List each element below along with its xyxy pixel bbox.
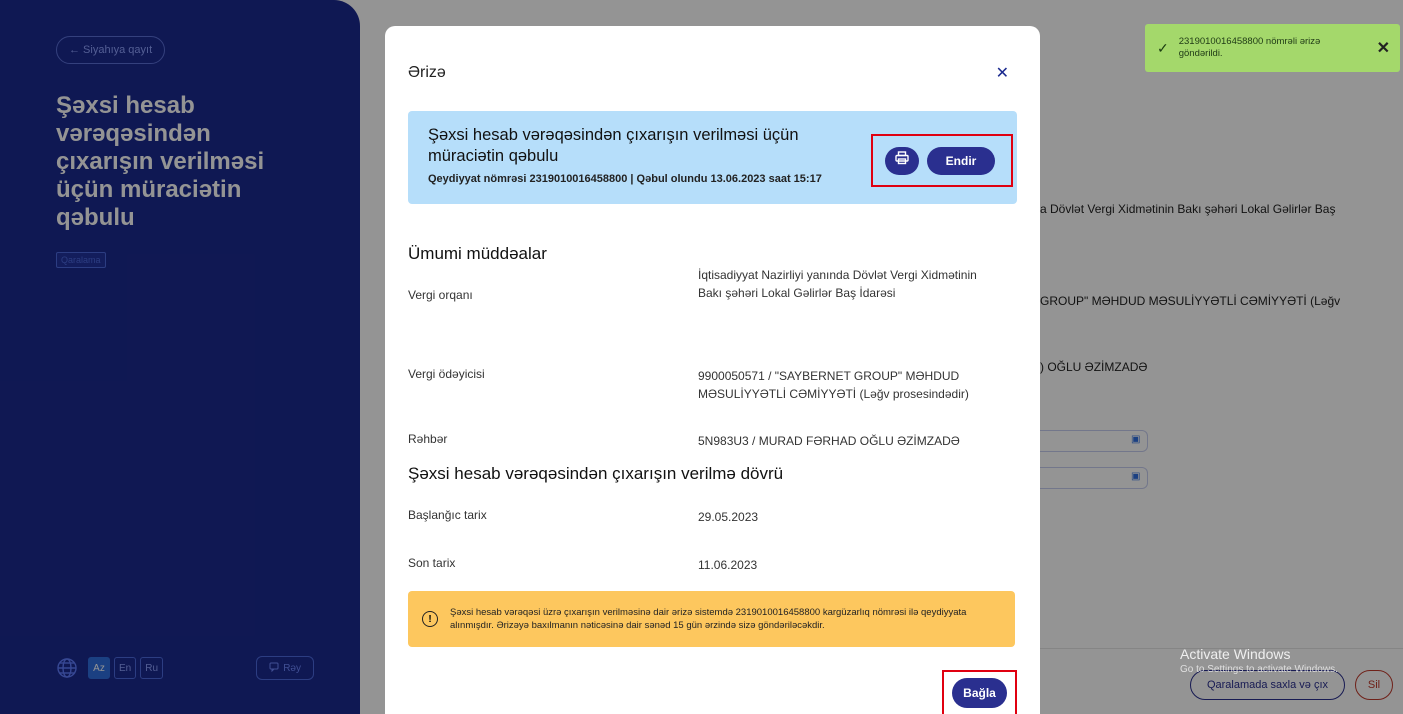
download-button[interactable]: Endir: [927, 146, 995, 175]
row-value: 11.06.2023: [698, 558, 758, 572]
modal-header: Ərizə ✕: [408, 26, 1017, 111]
application-modal: Ərizə ✕ Şəxsi hesab vərəqəsindən çıxarış…: [385, 26, 1040, 714]
check-icon: ✓: [1157, 39, 1169, 56]
modal-title: Ərizə: [408, 63, 446, 81]
windows-watermark-sub: Go to Settings to activate Windows.: [1180, 664, 1338, 675]
row-value: 29.05.2023: [698, 510, 759, 524]
close-icon[interactable]: ✕: [996, 63, 1009, 83]
general-section-title: Ümumi müddəalar: [408, 244, 547, 263]
row-value: 5N983U3 / MURAD FƏRHAD OĞLU ƏZİMZADƏ: [698, 434, 960, 448]
print-button[interactable]: [885, 146, 919, 175]
windows-watermark-title: Activate Windows: [1180, 646, 1291, 662]
info-icon: !: [422, 611, 438, 627]
row-label: Rəhbər: [408, 432, 448, 446]
row-label: Başlanğıc tarix: [408, 508, 487, 522]
toast-message: 2319010016458800 nömrəli ərizə göndərild…: [1178, 36, 1321, 59]
row-label: Vergi ödəyicisi: [408, 367, 485, 381]
printer-icon: [895, 151, 909, 170]
row-value: İqtisadiyyat Nazirliyi yanında Dövlət Ve…: [698, 268, 977, 300]
info-notice: ! Şəxsi hesab vərəqəsi üzrə çıxarışın ve…: [408, 591, 1015, 647]
card-actions: Endir: [871, 134, 1013, 187]
application-info-card: Şəxsi hesab vərəqəsindən çıxarışın veril…: [408, 111, 1017, 204]
row-label: Son tarix: [408, 556, 456, 570]
row-value: 9900050571 / "SAYBERNET GROUP" MƏHDUD MƏ…: [698, 369, 969, 401]
success-toast: ✓ 2319010016458800 nömrəli ərizə göndəri…: [1145, 24, 1400, 72]
card-title: Şəxsi hesab vərəqəsindən çıxarışın veril…: [428, 126, 799, 165]
close-button-highlight: Bağla: [942, 670, 1017, 714]
period-section-title: Şəxsi hesab vərəqəsindən çıxarışın veril…: [408, 464, 784, 483]
close-button[interactable]: Bağla: [952, 678, 1007, 708]
notice-text: Şəxsi hesab vərəqəsi üzrə çıxarışın veri…: [450, 607, 967, 631]
row-label: Vergi orqanı: [408, 288, 473, 302]
close-icon[interactable]: ✕: [1377, 38, 1390, 58]
